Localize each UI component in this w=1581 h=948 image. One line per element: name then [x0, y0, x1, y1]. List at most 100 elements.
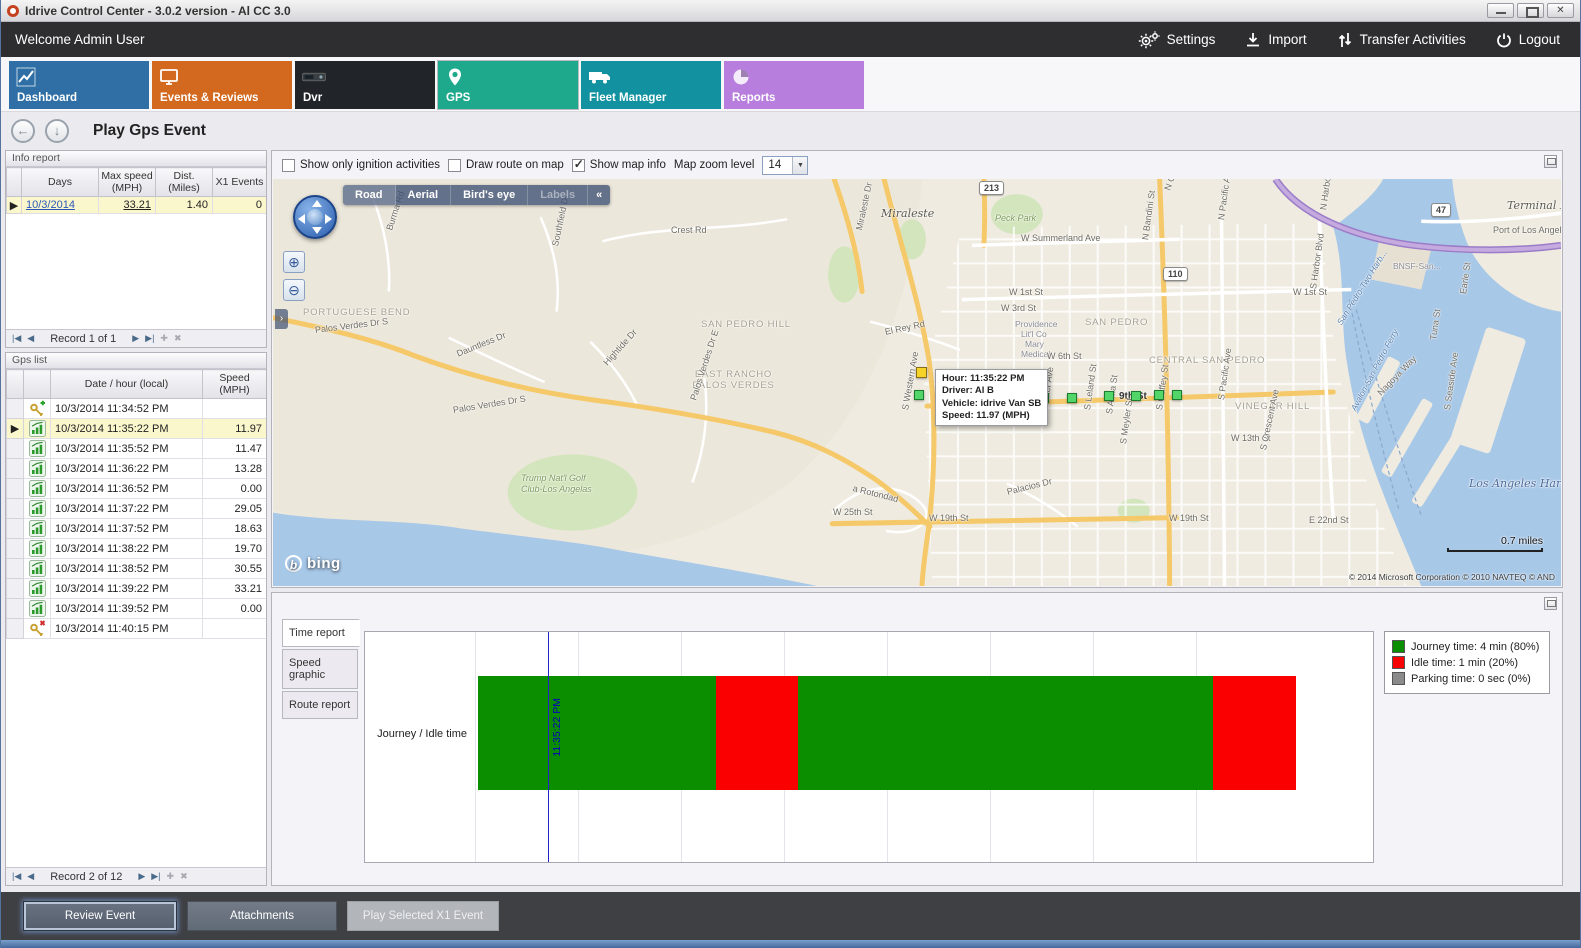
time-marker-line[interactable]: 11:35:22 PM	[548, 632, 549, 862]
checkbox-label: Show only ignition activities	[300, 159, 440, 171]
map-style-road[interactable]: Road	[343, 185, 396, 205]
gps-row[interactable]: 10/3/2014 11:37:52 PM18.63	[7, 519, 267, 539]
logout-button[interactable]: Logout	[1496, 32, 1560, 48]
checkbox-draw-route[interactable]: Draw route on map	[448, 159, 564, 172]
column-header-x1-events[interactable]: X1 Events	[213, 168, 267, 197]
last-record-icon[interactable]: ▶|	[145, 333, 154, 344]
collapse-chevron-icon[interactable]: «	[588, 185, 610, 205]
selected-point-marker[interactable]	[916, 367, 927, 378]
column-header[interactable]	[7, 370, 24, 399]
bing-icon: b	[285, 555, 302, 572]
tab-gps[interactable]: GPS	[438, 61, 578, 109]
close-button[interactable]	[1547, 3, 1574, 18]
settings-button[interactable]: Settings	[1138, 31, 1216, 49]
map-style-birds-eye[interactable]: Bird's eye	[451, 185, 528, 205]
column-header-speed[interactable]: Speed (MPH)	[203, 370, 267, 399]
gps-row[interactable]: 10/3/2014 11:35:52 PM11.47	[7, 439, 267, 459]
maximize-button[interactable]	[1517, 3, 1544, 18]
pan-right-icon[interactable]	[325, 214, 332, 224]
checkbox-box[interactable]	[282, 159, 295, 172]
review-event-button[interactable]: Review Event	[23, 901, 177, 931]
delete-record-icon[interactable]: ✖	[180, 871, 188, 882]
tab-reports[interactable]: Reports	[724, 61, 864, 109]
import-button[interactable]: Import	[1245, 32, 1306, 48]
attachments-button[interactable]: Attachments	[187, 901, 337, 931]
info-report-row[interactable]: ▶ 10/3/2014 33.21 1.40 0	[7, 197, 267, 214]
zoom-in-button[interactable]: ⊕	[283, 251, 305, 273]
day-link[interactable]: 10/3/2014	[26, 199, 75, 211]
delete-record-icon[interactable]: ✖	[174, 333, 182, 344]
gps-row[interactable]: 10/3/2014 11:38:22 PM19.70	[7, 539, 267, 559]
gps-row[interactable]: ▶10/3/2014 11:35:22 PM11.97	[7, 419, 267, 439]
first-record-icon[interactable]: |◀	[12, 871, 21, 882]
map-label: W 19th St	[1169, 513, 1209, 523]
max-speed-value[interactable]: 33.21	[123, 199, 151, 211]
tab-events-reviews[interactable]: Events & Reviews	[152, 61, 292, 109]
bing-map[interactable]: MiralestePeck ParkW Summerland AveCrest …	[273, 179, 1561, 586]
minimize-button[interactable]	[1487, 3, 1514, 18]
chart-panel: Time report Speed graphic Route report J…	[271, 592, 1563, 886]
column-header-days[interactable]: Days	[22, 168, 99, 197]
tab-time-report[interactable]: Time report	[282, 619, 360, 647]
chart-collapse-button[interactable]	[1544, 597, 1557, 610]
play-selected-x1-event-button[interactable]: Play Selected X1 Event	[347, 901, 499, 931]
append-record-icon[interactable]: ✚	[160, 333, 168, 344]
pan-up-icon[interactable]	[312, 200, 322, 207]
map-collapse-button[interactable]	[1544, 155, 1557, 168]
gps-point-marker[interactable]	[1104, 391, 1114, 401]
gps-row[interactable]: 10/3/2014 11:39:52 PM0.00	[7, 599, 267, 619]
checkbox-show-map-info[interactable]: Show map info	[572, 159, 666, 172]
x1-events-value: 0	[213, 197, 267, 214]
prev-record-icon[interactable]: ◀	[27, 333, 34, 344]
map-side-tab[interactable]: ›	[275, 309, 288, 329]
zoom-out-button[interactable]: ⊖	[283, 279, 305, 301]
checkbox-box[interactable]	[572, 159, 585, 172]
gps-point-marker[interactable]	[1131, 391, 1141, 401]
pan-down-icon[interactable]	[312, 227, 322, 234]
next-record-icon[interactable]: ▶	[138, 871, 145, 882]
gps-row[interactable]: 10/3/2014 11:36:22 PM13.28	[7, 459, 267, 479]
tab-speed-graphic[interactable]: Speed graphic	[282, 649, 358, 689]
pan-left-icon[interactable]	[298, 214, 305, 224]
down-arrow-button[interactable]	[45, 119, 69, 143]
gps-point-marker[interactable]	[914, 390, 924, 400]
gps-row[interactable]: 10/3/2014 11:40:15 PM	[7, 619, 267, 639]
first-record-icon[interactable]: |◀	[12, 333, 21, 344]
checkbox-box[interactable]	[448, 159, 461, 172]
tab-route-report[interactable]: Route report	[282, 691, 358, 719]
column-header-icon[interactable]	[24, 370, 51, 399]
gps-row[interactable]: 10/3/2014 11:39:22 PM33.21	[7, 579, 267, 599]
back-arrow-button[interactable]	[11, 119, 35, 143]
gps-row[interactable]: 10/3/2014 11:37:22 PM29.05	[7, 499, 267, 519]
last-record-icon[interactable]: ▶|	[151, 871, 160, 882]
gps-row[interactable]: 10/3/2014 11:38:52 PM30.55	[7, 559, 267, 579]
next-record-icon[interactable]: ▶	[132, 333, 139, 344]
column-header-dist[interactable]: Dist. (Miles)	[156, 168, 213, 197]
map-zoom-label: Map zoom level	[674, 159, 755, 171]
map-style-aerial[interactable]: Aerial	[396, 185, 452, 205]
transfer-label: Transfer Activities	[1360, 32, 1466, 47]
gps-point-marker[interactable]	[1154, 390, 1164, 400]
column-header[interactable]	[7, 168, 22, 197]
tab-dvr[interactable]: Dvr	[295, 61, 435, 109]
map-zoom-select[interactable]: 14 ▼	[762, 156, 808, 175]
append-record-icon[interactable]: ✚	[167, 871, 175, 882]
column-header-date[interactable]: Date / hour (local)	[51, 370, 203, 399]
gps-list-title: Gps list	[6, 353, 266, 369]
transfer-activities-button[interactable]: Transfer Activities	[1337, 32, 1466, 48]
tab-dashboard[interactable]: Dashboard	[9, 61, 149, 109]
checkbox-show-only-ignition[interactable]: Show only ignition activities	[282, 159, 440, 172]
map-pan-compass[interactable]	[293, 195, 337, 239]
gps-point-marker[interactable]	[1067, 393, 1077, 403]
map-style-labels[interactable]: Labels	[528, 185, 588, 205]
prev-record-icon[interactable]: ◀	[27, 871, 34, 882]
gps-row[interactable]: 10/3/2014 11:36:52 PM0.00	[7, 479, 267, 499]
map-label: Club-Los Angelas	[521, 484, 592, 494]
chevron-down-icon[interactable]: ▼	[792, 157, 807, 174]
column-header-max-speed[interactable]: Max speed (MPH)	[99, 168, 156, 197]
gps-row[interactable]: 10/3/2014 11:34:52 PM	[7, 399, 267, 419]
ignition-on-icon	[29, 402, 46, 414]
gps-row-date: 10/3/2014 11:37:52 PM	[51, 519, 203, 539]
tab-fleet-manager[interactable]: Fleet Manager	[581, 61, 721, 109]
gps-point-marker[interactable]	[1172, 390, 1182, 400]
